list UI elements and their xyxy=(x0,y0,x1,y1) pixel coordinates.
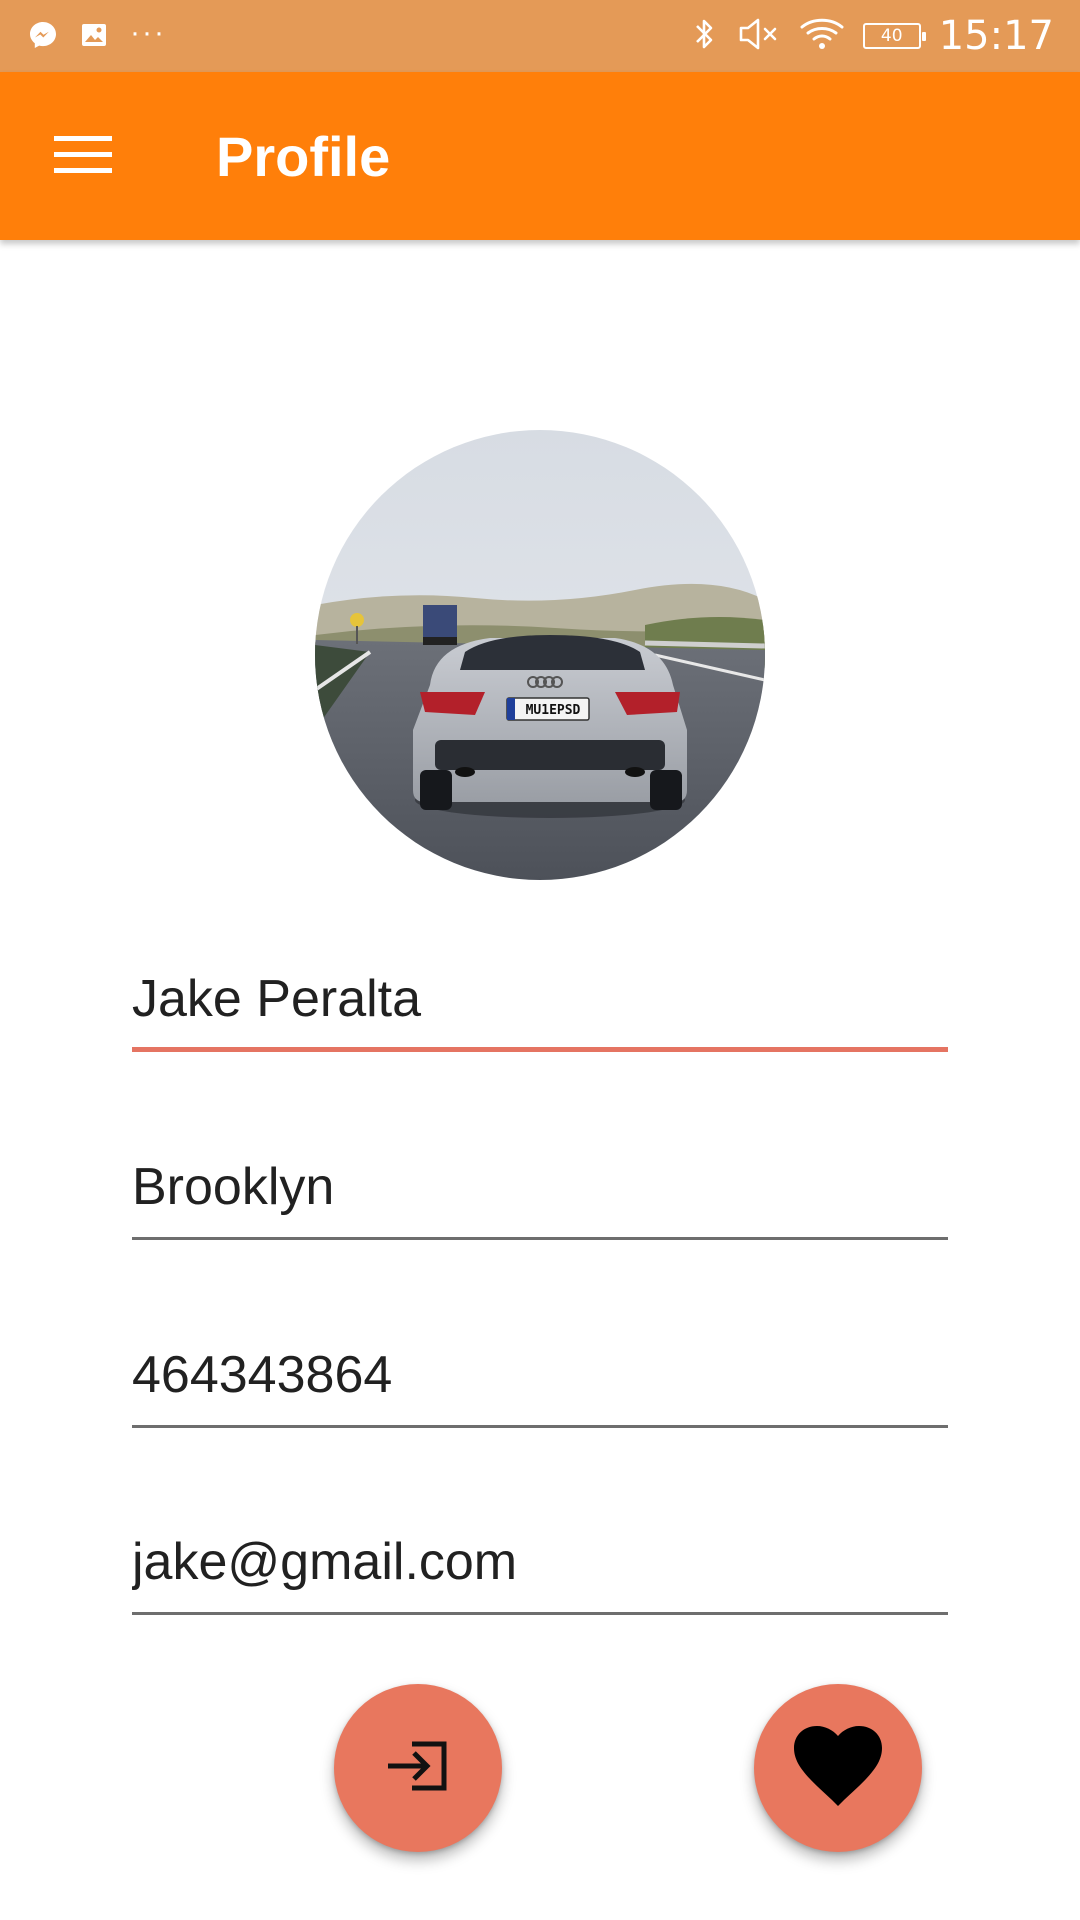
status-time: 15:17 xyxy=(938,13,1054,59)
messenger-icon xyxy=(28,20,58,55)
profile-avatar[interactable]: MU1EPSD xyxy=(315,430,765,880)
phone-input[interactable] xyxy=(132,1330,948,1420)
email-field-underline xyxy=(132,1612,948,1615)
email-field[interactable] xyxy=(132,1517,948,1615)
menu-button[interactable] xyxy=(38,112,128,202)
overflow-dots: ··· xyxy=(130,15,166,49)
volume-mute-icon xyxy=(737,16,781,57)
email-input[interactable] xyxy=(132,1517,948,1607)
hamburger-menu-icon xyxy=(54,134,112,181)
profile-screen: ··· 40 15:17 Profile MU1EPSD Jake Peralt… xyxy=(0,0,1080,1920)
image-icon xyxy=(80,21,108,54)
notification-icons: ··· xyxy=(28,15,166,55)
name-field-underline xyxy=(132,1047,948,1052)
avatar-photo: MU1EPSD xyxy=(315,430,765,880)
heart-icon xyxy=(792,1724,884,1813)
city-input[interactable] xyxy=(132,1142,948,1232)
favorite-button[interactable] xyxy=(754,1684,922,1852)
name-input[interactable] xyxy=(132,954,948,1044)
page-title: Profile xyxy=(216,125,391,188)
system-icons: 40 15:17 xyxy=(689,12,1054,60)
city-field[interactable] xyxy=(132,1142,948,1240)
login-icon xyxy=(386,1738,450,1799)
wifi-icon xyxy=(799,16,845,57)
license-plate-text: MU1EPSD xyxy=(526,703,581,718)
phone-field-underline xyxy=(132,1425,948,1428)
login-button[interactable] xyxy=(334,1684,502,1852)
name-field[interactable] xyxy=(132,954,948,1052)
city-field-underline xyxy=(132,1237,948,1240)
app-bar: Profile xyxy=(0,72,1080,240)
battery-icon: 40 xyxy=(862,23,926,49)
bluetooth-icon xyxy=(689,16,719,57)
phone-field[interactable] xyxy=(132,1330,948,1428)
status-bar: ··· 40 15:17 xyxy=(0,0,1080,72)
